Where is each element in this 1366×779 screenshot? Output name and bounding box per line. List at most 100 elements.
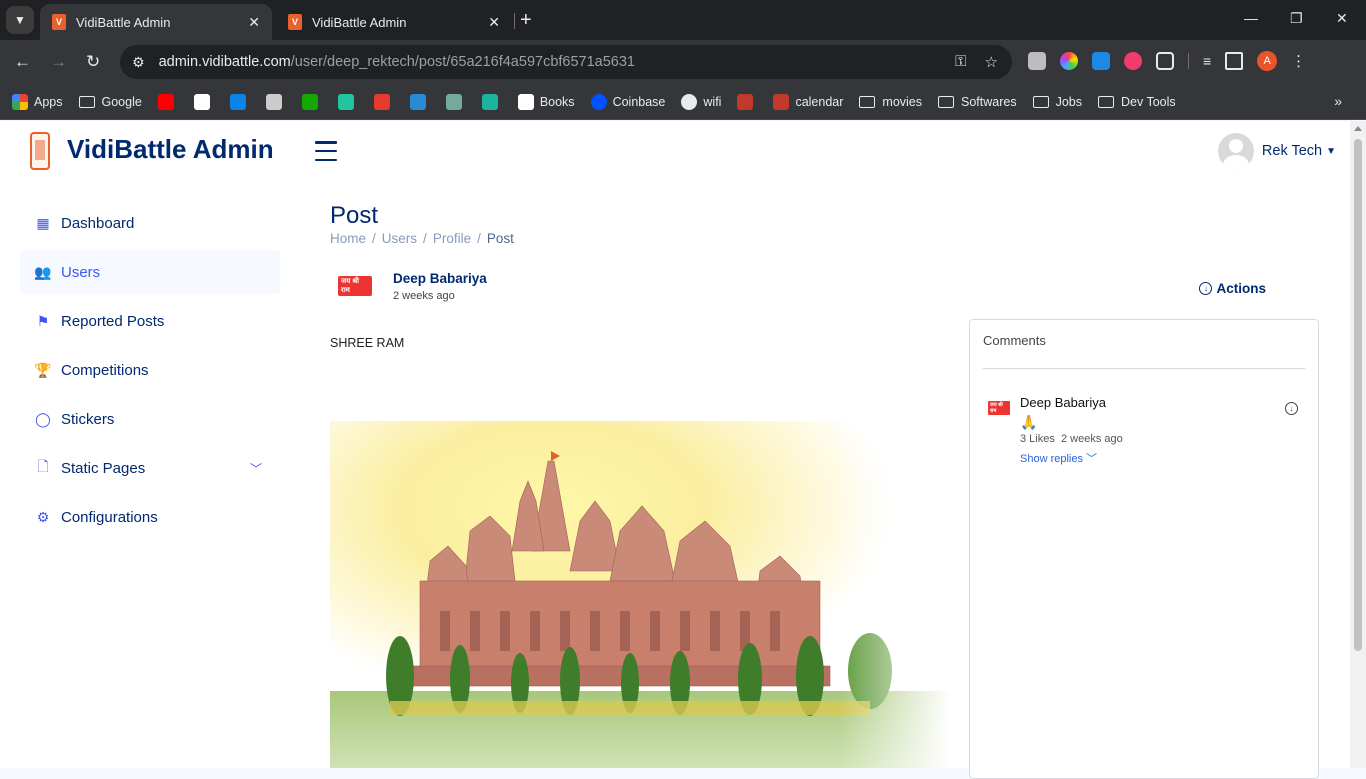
sidebar-item-configurations[interactable]: ⚙ Configurations xyxy=(20,495,280,539)
post-author-name[interactable]: Deep Babariya xyxy=(393,271,487,286)
sidebar-item-reported-posts[interactable]: ⚑ Reported Posts xyxy=(20,299,280,343)
tab-search-button[interactable]: ▼ xyxy=(6,6,34,34)
restore-button[interactable]: ❐ xyxy=(1290,10,1303,27)
bookmark-es[interactable] xyxy=(481,93,498,110)
sidebar-item-dashboard[interactable]: ▦ Dashboard xyxy=(20,201,280,245)
sidebar-item-stickers[interactable]: ◯ Stickers xyxy=(20,397,280,441)
comment-actions-icon[interactable]: ↓ xyxy=(1285,402,1298,415)
media-control-icon[interactable]: ≡ xyxy=(1203,53,1211,69)
bookmark-vscode[interactable] xyxy=(409,93,426,110)
reload-button[interactable]: ↻ xyxy=(86,52,100,72)
p-icon xyxy=(373,93,390,110)
comment-author-avatar[interactable]: जय श्री राम xyxy=(988,401,1010,415)
side-panel-icon[interactable] xyxy=(1225,52,1244,70)
sidebar-item-static-pages[interactable]: 🗋 Static Pages ﹀ xyxy=(20,446,280,490)
comment-text: 🙏 xyxy=(1020,414,1038,430)
circle-arrow-down-icon: ↓ xyxy=(1199,282,1213,295)
globe-icon xyxy=(681,93,698,110)
brand-name[interactable]: VidiBattle Admin xyxy=(67,134,274,165)
bookmark-d[interactable] xyxy=(337,93,354,110)
admin-app: VidiBattle Admin Rek Tech ▼ ▦ Dashboard … xyxy=(0,121,1350,779)
breadcrumb-profile[interactable]: Profile xyxy=(433,231,471,246)
comments-title: Comments xyxy=(983,333,1046,348)
sidebar-toggle-icon[interactable] xyxy=(315,141,337,161)
post-author-avatar[interactable]: जय श्री राम xyxy=(338,276,372,296)
sidebar-item-label: Configurations xyxy=(61,508,158,526)
chevron-down-icon: ﹀ xyxy=(1086,453,1098,465)
user-profile-menu[interactable]: Rek Tech ▼ xyxy=(1217,133,1336,169)
chevron-down-icon[interactable]: ﹀ xyxy=(250,460,262,477)
sidebar: ▦ Dashboard 👥 Users ⚑ Reported Posts 🏆 C… xyxy=(0,181,300,768)
breadcrumb: Home / Users / Profile / Post xyxy=(330,231,514,246)
extensions-area: ≡ A ⋮ xyxy=(1028,51,1306,71)
actions-dropdown[interactable]: ↓ Actions xyxy=(1199,281,1266,296)
bookmark-chatgpt[interactable] xyxy=(445,93,462,110)
puzzle-icon[interactable] xyxy=(1156,52,1174,70)
site-settings-icon[interactable]: ⚙ xyxy=(132,54,145,71)
show-replies-link[interactable]: Show replies ﹀ xyxy=(1020,450,1097,466)
bookmark-calendar[interactable]: calendar xyxy=(773,93,843,110)
vidibattle-logo-icon[interactable] xyxy=(30,132,50,170)
bookmark-label: movies xyxy=(882,94,922,109)
browser-tab-strip: ▼ V VidiBattle Admin ✕ V VidiBattle Admi… xyxy=(0,0,1366,40)
browser-toolbar: ← → ↻ ⚙ admin.vidibattle.com/user/deep_r… xyxy=(0,40,1366,84)
key-icon[interactable]: ⚿ xyxy=(955,53,966,71)
books-icon xyxy=(517,93,534,110)
bookmark-coinbase[interactable]: Coinbase xyxy=(590,93,665,110)
post-image-temple xyxy=(330,421,950,768)
browser-tab-active[interactable]: V VidiBattle Admin ✕ xyxy=(40,4,272,40)
address-bar[interactable]: ⚙ admin.vidibattle.com/user/deep_rektech… xyxy=(120,45,1012,79)
color-picker-extension-icon[interactable] xyxy=(1060,52,1078,70)
bookmark-apps[interactable]: Apps xyxy=(12,93,63,110)
bookmark-label: Apps xyxy=(34,94,63,109)
minimize-button[interactable]: — xyxy=(1244,10,1258,26)
breadcrumb-home[interactable]: Home xyxy=(330,231,366,246)
tab-close-icon[interactable]: ✕ xyxy=(488,14,500,31)
sidebar-item-users[interactable]: 👥 Users xyxy=(20,250,280,294)
avatar xyxy=(1217,133,1254,169)
bookmark-p[interactable] xyxy=(373,93,390,110)
scrollbar-thumb[interactable] xyxy=(1354,139,1362,651)
toolbar-divider xyxy=(1188,53,1189,69)
bookmark-movies[interactable]: movies xyxy=(859,95,922,109)
comment-likes: 3 Likes xyxy=(1020,433,1055,445)
bookmark-label: Google xyxy=(101,94,142,109)
bookmark-google[interactable]: Google xyxy=(78,94,142,109)
browser-profile-avatar[interactable]: A xyxy=(1257,51,1278,71)
post-caption: SHREE RAM xyxy=(330,336,405,350)
breadcrumb-users[interactable]: Users xyxy=(382,231,417,246)
browser-tab-inactive[interactable]: V VidiBattle Admin ✕ xyxy=(276,4,512,40)
forward-button[interactable]: → xyxy=(50,52,67,72)
back-button[interactable]: ← xyxy=(14,52,31,72)
comment-author-name[interactable]: Deep Babariya xyxy=(1020,395,1106,410)
apps-grid-icon xyxy=(12,93,28,110)
bookmark-wifi[interactable]: wifi xyxy=(681,93,721,110)
scroll-up-arrow-icon[interactable] xyxy=(1354,126,1362,131)
extension-1-icon[interactable] xyxy=(1028,52,1046,70)
bookmark-dev-tools[interactable]: Dev Tools xyxy=(1098,95,1176,109)
page-scrollbar[interactable] xyxy=(1350,121,1366,768)
bookmarks-overflow-icon[interactable]: » xyxy=(1334,93,1342,109)
bookmark-softwares[interactable]: Softwares xyxy=(938,95,1017,109)
bookmarks-bar: Apps Google Books Coinbase wifi calendar movie… xyxy=(0,84,1366,120)
fi-extension-icon[interactable] xyxy=(1092,52,1110,70)
bookmark-github[interactable] xyxy=(193,93,210,110)
bookmark-onedrive[interactable] xyxy=(229,93,246,110)
bookmark-pen[interactable] xyxy=(265,93,282,110)
bookmark-label: Books xyxy=(539,94,575,109)
bookmark-books[interactable]: Books xyxy=(517,93,575,110)
browser-menu-icon[interactable]: ⋮ xyxy=(1291,52,1306,70)
bookmark-upwork[interactable] xyxy=(301,93,318,110)
bookmark-red-logo[interactable] xyxy=(737,93,754,110)
extension-4-icon[interactable] xyxy=(1124,52,1142,70)
new-tab-button[interactable]: + xyxy=(520,10,532,30)
tab-close-icon[interactable]: ✕ xyxy=(248,14,260,31)
folder-icon xyxy=(1098,95,1114,108)
sidebar-item-competitions[interactable]: 🏆 Competitions xyxy=(20,348,280,392)
close-window-button[interactable]: ✕ xyxy=(1336,10,1348,27)
bookmark-label: Softwares xyxy=(961,94,1017,109)
star-icon[interactable]: ☆ xyxy=(985,53,998,71)
bookmark-jobs[interactable]: Jobs xyxy=(1032,95,1082,109)
page-title: Post xyxy=(330,202,379,229)
bookmark-youtube[interactable] xyxy=(157,93,174,110)
